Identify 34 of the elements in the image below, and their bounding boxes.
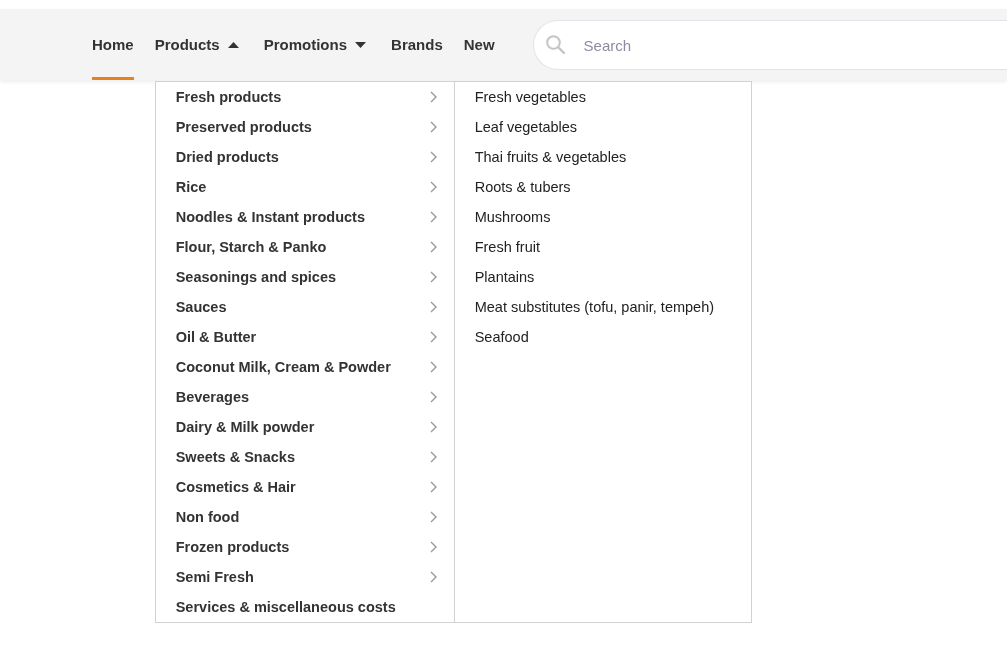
menu-item[interactable]: Oil & Butter: [155, 322, 454, 352]
menu-item[interactable]: Flour, Starch & Panko: [155, 232, 454, 262]
submenu-item[interactable]: Mushrooms: [454, 202, 751, 232]
submenu-item[interactable]: Plantains: [454, 262, 751, 292]
nav-link[interactable]: Promotions: [263, 9, 371, 80]
search-field[interactable]: Search: [532, 20, 1007, 70]
menu-item[interactable]: Seasonings and spices: [155, 262, 454, 292]
menu-item[interactable]: Cosmetics & Hair: [155, 472, 454, 502]
menu-item[interactable]: Semi Fresh: [155, 562, 454, 592]
menu-item[interactable]: Beverages: [155, 382, 454, 412]
menu-item[interactable]: Fresh products: [155, 82, 454, 112]
menu-item[interactable]: Sauces: [155, 292, 454, 322]
nav-link[interactable]: Products: [154, 9, 243, 80]
menu-item[interactable]: Rice: [155, 172, 454, 202]
nav-link[interactable]: New: [463, 9, 495, 80]
menu-item[interactable]: Sweets & Snacks: [155, 442, 454, 472]
menu-item[interactable]: Non food: [155, 502, 454, 532]
nav-link[interactable]: Home: [92, 9, 134, 80]
nav-link[interactable]: Brands: [391, 9, 443, 80]
menu-item[interactable]: Coconut Milk, Cream & Powder: [155, 352, 454, 382]
menu-item[interactable]: Dried products: [155, 142, 454, 172]
submenu-item[interactable]: Leaf vegetables: [454, 112, 751, 142]
submenu-item[interactable]: Fresh fruit: [454, 232, 751, 262]
menu-item[interactable]: Dairy & Milk powder: [155, 412, 454, 442]
menu-item[interactable]: Frozen products: [155, 532, 454, 562]
menu-item[interactable]: Noodles & Instant products: [155, 202, 454, 232]
submenu-item[interactable]: Seafood: [454, 322, 751, 352]
submenu-item[interactable]: Roots & tubers: [454, 172, 751, 202]
submenu-item[interactable]: Thai fruits & vegetables: [454, 142, 751, 172]
submenu-item[interactable]: Fresh vegetables: [454, 82, 751, 112]
menu-item[interactable]: Preserved products: [155, 112, 454, 142]
submenu-item[interactable]: Meat substitutes (tofu, panir, tempeh): [454, 292, 751, 322]
menu-item[interactable]: Services & miscellaneous costs: [155, 592, 454, 622]
search-icon: [545, 35, 565, 54]
